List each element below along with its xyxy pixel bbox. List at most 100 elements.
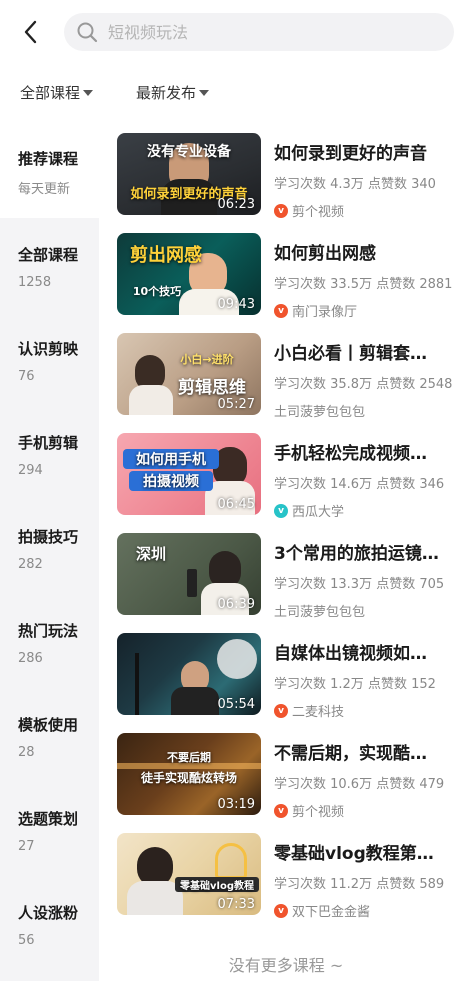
- sidebar-item-sub: 每天更新: [18, 182, 71, 197]
- duration-badge: 06:45: [217, 497, 255, 512]
- sidebar-item-topics[interactable]: 选题策划 27: [0, 782, 99, 878]
- author-name: 土司菠萝包包包: [274, 405, 366, 420]
- course-author[interactable]: v 剪个视频: [274, 201, 473, 220]
- caret-down-icon: [199, 89, 210, 96]
- back-button[interactable]: [14, 14, 48, 50]
- chevron-left-icon: [24, 20, 37, 44]
- thumbnail-caption: 如何用手机: [123, 449, 219, 469]
- sidebar-item-shooting[interactable]: 拍摄技巧 282: [0, 500, 99, 596]
- course-card[interactable]: 小白→进阶 剪辑思维 05:27 小白必看丨剪辑套… 学习次数 35.8万 点赞…: [117, 333, 473, 420]
- list-end-message: 没有更多课程 ~: [228, 956, 344, 975]
- author-name: 双下巴金金酱: [292, 905, 371, 920]
- duration-badge: 05:27: [217, 397, 255, 412]
- sort-filter[interactable]: 最新发布: [136, 82, 210, 103]
- course-stats: 学习次数 33.5万 点赞数 2881: [274, 277, 453, 292]
- course-title: 小白必看丨剪辑套…: [274, 344, 427, 364]
- sidebar-item-recommended[interactable]: 推荐课程 每天更新: [0, 120, 99, 218]
- sidebar-item-all[interactable]: 全部课程 1258: [0, 218, 99, 314]
- author-name: 土司菠萝包包包: [274, 605, 366, 620]
- course-thumbnail[interactable]: 剪出网感 10个技巧 09:43: [117, 233, 261, 315]
- category-filter[interactable]: 全部课程: [20, 82, 94, 103]
- course-card[interactable]: 没有专业设备 如何录到更好的声音 06:23 如何录到更好的声音 学习次数 4.…: [117, 133, 473, 220]
- sidebar-item-label: 全部课程: [18, 246, 79, 264]
- sort-filter-label: 最新发布: [136, 84, 197, 102]
- sidebar-item-label: 人设涨粉: [18, 904, 79, 922]
- course-thumbnail[interactable]: 如何用手机 拍摄视频 06:45: [117, 433, 261, 515]
- course-thumbnail[interactable]: 没有专业设备 如何录到更好的声音 06:23: [117, 133, 261, 215]
- course-stats: 学习次数 14.6万 点赞数 346: [274, 477, 445, 492]
- course-thumbnail[interactable]: 零基础vlog教程 07:33: [117, 833, 261, 915]
- course-stats: 学习次数 35.8万 点赞数 2548: [274, 377, 453, 392]
- sidebar-item-label: 手机剪辑: [18, 434, 79, 452]
- filter-bar: 全部课程 最新发布: [0, 74, 473, 114]
- duration-badge: 06:39: [217, 597, 255, 612]
- sidebar-item-label: 推荐课程: [18, 150, 79, 168]
- course-thumbnail[interactable]: 小白→进阶 剪辑思维 05:27: [117, 333, 261, 415]
- thumbnail-caption: 零基础vlog教程: [175, 877, 259, 892]
- course-author[interactable]: 土司菠萝包包包: [274, 401, 473, 420]
- author-name: 剪个视频: [292, 205, 345, 220]
- sidebar-item-label: 认识剪映: [18, 340, 79, 358]
- thumbnail-caption: 小白→进阶: [180, 353, 234, 366]
- thumbnail-caption: 徒手实现酷炫转场: [140, 771, 237, 785]
- thumbnail-caption: 没有专业设备: [147, 144, 231, 160]
- course-title: 手机轻松完成视频…: [274, 444, 427, 464]
- thumbnail-caption: 剪出网感: [130, 245, 202, 266]
- thumbnail-caption: 深圳: [135, 545, 166, 563]
- course-author[interactable]: v 西瓜大学: [274, 501, 473, 520]
- course-thumbnail[interactable]: 深圳 06:39: [117, 533, 261, 615]
- course-author[interactable]: v 剪个视频: [274, 801, 473, 820]
- verified-badge-icon: v: [274, 703, 288, 718]
- course-stats: 学习次数 11.2万 点赞数 589: [274, 877, 445, 892]
- sidebar-item-intro[interactable]: 认识剪映 76: [0, 312, 99, 408]
- course-card[interactable]: 零基础vlog教程 07:33 零基础vlog教程第… 学习次数 11.2万 点…: [117, 833, 473, 920]
- course-author[interactable]: v 双下巴金金酱: [274, 901, 473, 920]
- course-card[interactable]: 如何用手机 拍摄视频 06:45 手机轻松完成视频… 学习次数 14.6万 点赞…: [117, 433, 473, 520]
- verified-badge-icon: v: [274, 803, 288, 818]
- sidebar-item-label: 选题策划: [18, 810, 79, 828]
- duration-badge: 07:33: [217, 897, 255, 912]
- sidebar-item-count: 282: [18, 557, 43, 572]
- course-card[interactable]: 不要后期 徒手实现酷炫转场 03:19 不需后期，实现酷… 学习次数 10.6万…: [117, 733, 473, 820]
- course-author[interactable]: 土司菠萝包包包: [274, 601, 473, 620]
- sidebar-item-templates[interactable]: 模板使用 28: [0, 688, 99, 784]
- author-name: 剪个视频: [292, 805, 345, 820]
- thumbnail-caption: 10个技巧: [132, 285, 182, 298]
- course-stats: 学习次数 13.3万 点赞数 705: [274, 577, 445, 592]
- course-author[interactable]: v 二麦科技: [274, 701, 473, 720]
- sidebar-item-count: 28: [18, 745, 35, 760]
- course-thumbnail[interactable]: 不要后期 徒手实现酷炫转场 03:19: [117, 733, 261, 815]
- course-card[interactable]: 深圳 06:39 3个常用的旅拍运镜… 学习次数 13.3万 点赞数 705 土…: [117, 533, 473, 620]
- course-card[interactable]: 剪出网感 10个技巧 09:43 如何剪出网感 学习次数 33.5万 点赞数 2…: [117, 233, 473, 320]
- course-author[interactable]: v 南门录像厅: [274, 301, 473, 320]
- course-title: 如何录到更好的声音: [274, 144, 427, 164]
- sidebar-item-trending[interactable]: 热门玩法 286: [0, 594, 99, 690]
- sidebar-item-label: 热门玩法: [18, 622, 79, 640]
- sidebar-item-count: 1258: [18, 275, 52, 290]
- sidebar-item-label: 模板使用: [18, 716, 79, 734]
- sidebar-item-count: 286: [18, 651, 43, 666]
- course-stats: 学习次数 1.2万 点赞数 152: [274, 677, 436, 692]
- author-name: 西瓜大学: [292, 505, 345, 520]
- sidebar-item-count: 27: [18, 839, 35, 854]
- author-name: 二麦科技: [292, 705, 345, 720]
- course-card[interactable]: 05:54 自媒体出镜视频如… 学习次数 1.2万 点赞数 152 v 二麦科技: [117, 633, 473, 720]
- thumbnail-caption: 拍摄视频: [129, 471, 213, 491]
- course-thumbnail[interactable]: 05:54: [117, 633, 261, 715]
- verified-badge-icon: v: [274, 503, 288, 518]
- sidebar-item-persona[interactable]: 人设涨粉 56: [0, 876, 99, 972]
- author-name: 南门录像厅: [292, 305, 358, 320]
- search-input[interactable]: [108, 22, 408, 42]
- sidebar-item-count: 294: [18, 463, 43, 478]
- course-stats: 学习次数 4.3万 点赞数 340: [274, 177, 436, 192]
- thumbnail-caption: 剪辑思维: [178, 378, 246, 398]
- sidebar-item-mobile-edit[interactable]: 手机剪辑 294: [0, 406, 99, 502]
- category-filter-label: 全部课程: [20, 84, 81, 102]
- sidebar-item-count: 56: [18, 933, 35, 948]
- top-bar: [0, 0, 473, 64]
- verified-badge-icon: v: [274, 203, 288, 218]
- verified-badge-icon: v: [274, 303, 288, 318]
- course-stats: 学习次数 10.6万 点赞数 479: [274, 777, 445, 792]
- search-bar[interactable]: [64, 13, 454, 51]
- duration-badge: 03:19: [217, 797, 255, 812]
